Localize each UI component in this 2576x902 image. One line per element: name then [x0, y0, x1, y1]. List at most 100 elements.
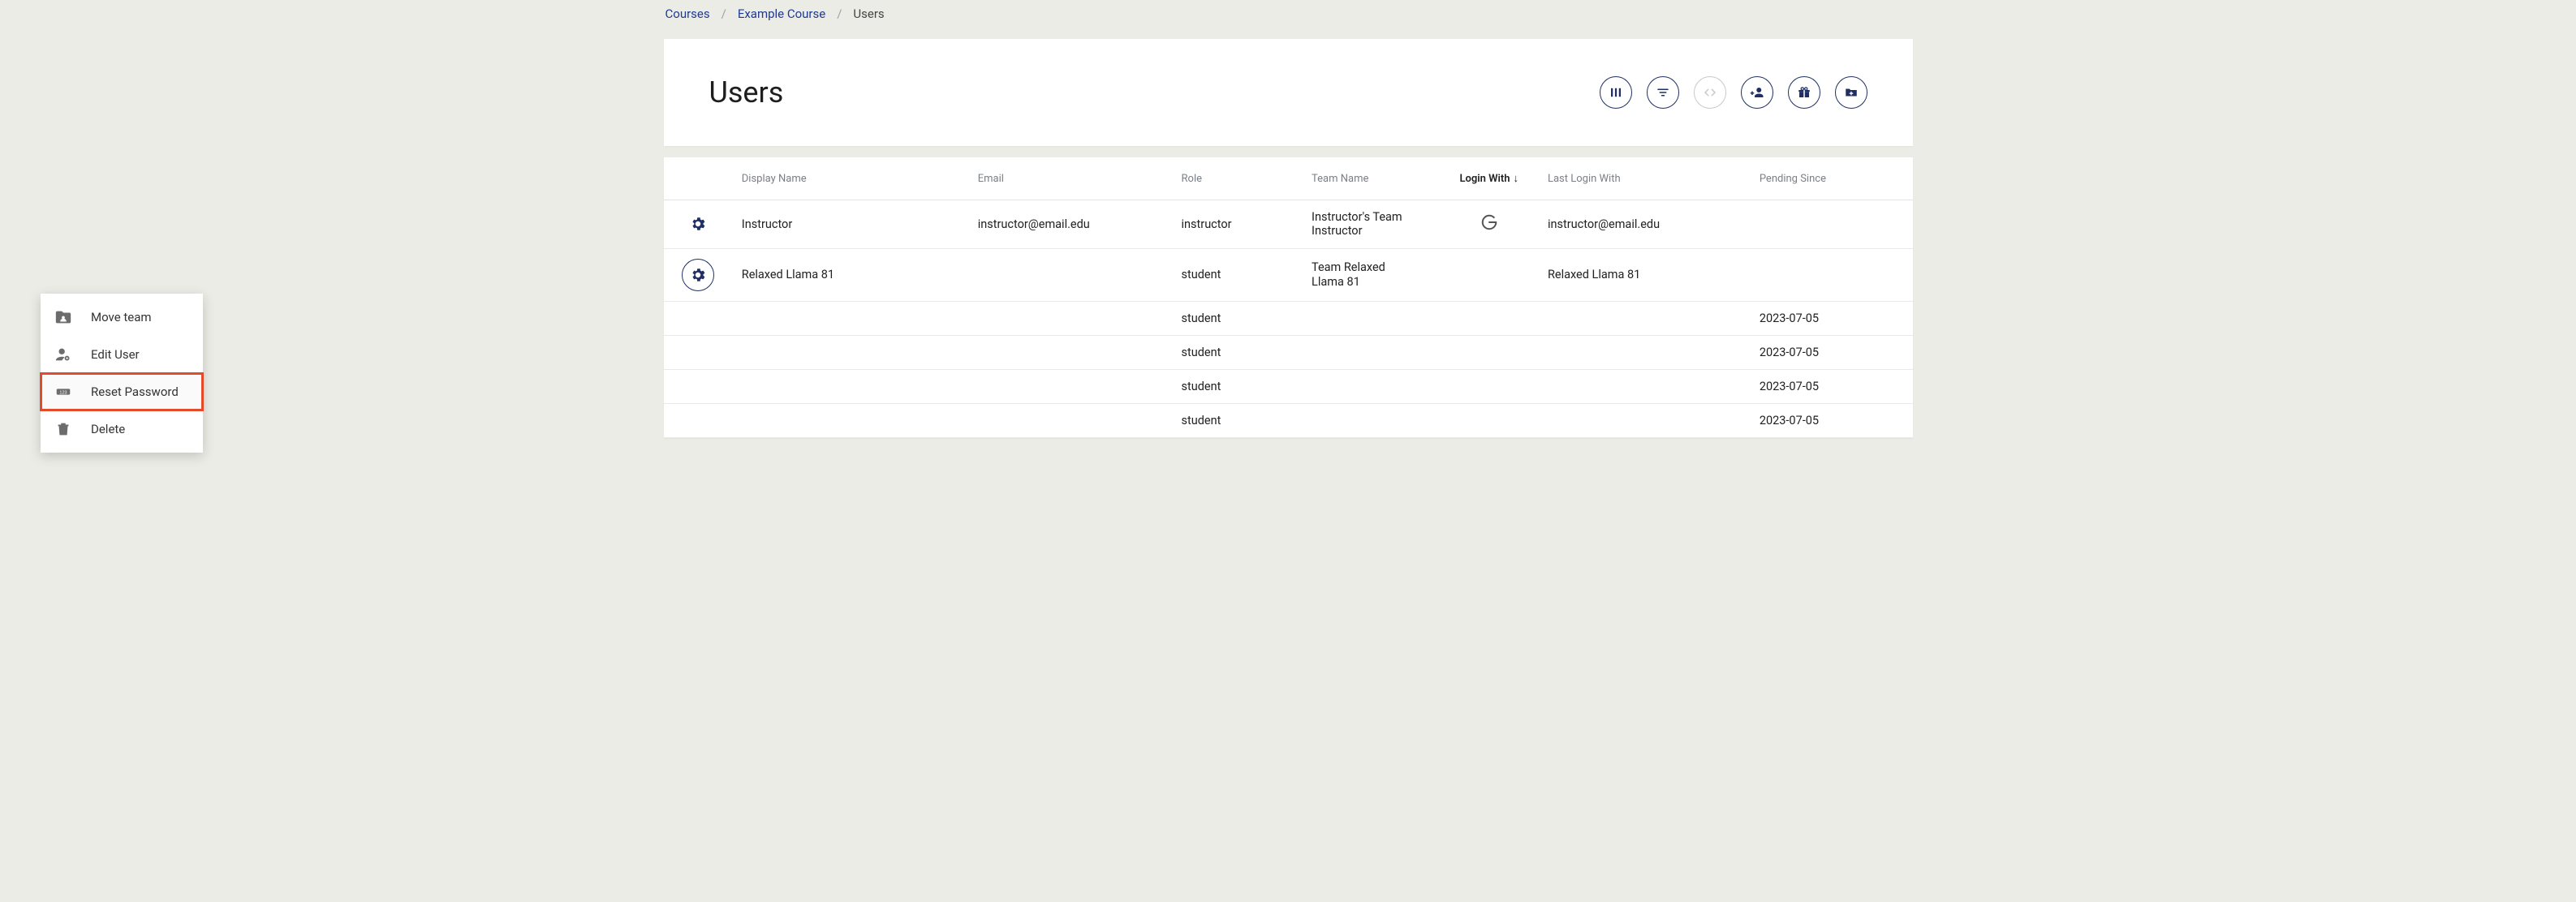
cell-last-login-with — [1538, 369, 1750, 403]
add-user-icon — [1750, 85, 1764, 100]
cell-pending-since — [1750, 200, 1913, 249]
embed-button — [1694, 76, 1726, 109]
cell-email — [968, 403, 1172, 437]
cell-team-name — [1302, 403, 1441, 437]
cell-login-with — [1441, 403, 1538, 437]
cell-last-login-with — [1538, 403, 1750, 437]
cell-team-name: Team Relaxed Llama 81 — [1302, 248, 1441, 301]
menu-item-label: Delete — [91, 422, 125, 436]
cell-login-with — [1441, 369, 1538, 403]
cell-pending-since: 2023-07-05 — [1750, 301, 1913, 335]
col-header-last-login-with[interactable]: Last Login With — [1538, 157, 1750, 200]
google-icon — [1480, 213, 1498, 231]
menu-item-label: Edit User — [91, 347, 140, 362]
col-header-role[interactable]: Role — [1172, 157, 1303, 200]
menu-item-label: Reset Password — [91, 384, 179, 399]
cell-role: student — [1172, 248, 1303, 301]
cell-role: student — [1172, 301, 1303, 335]
col-header-team-name[interactable]: Team Name — [1302, 157, 1441, 200]
users-table: Display Name Email Role Team Name Login … — [664, 157, 1913, 438]
cell-team-name — [1302, 335, 1441, 369]
col-header-pending-since[interactable]: Pending Since — [1750, 157, 1913, 200]
table-row: Relaxed Llama 81 student Team Relaxed Ll… — [664, 248, 1913, 301]
add-folder-icon — [1844, 85, 1859, 100]
cell-email — [968, 369, 1172, 403]
cell-login-with — [1441, 200, 1538, 249]
svg-text:123: 123 — [59, 390, 67, 395]
breadcrumb-courses[interactable]: Courses — [666, 6, 710, 21]
table-row: student 2023-07-05 — [664, 369, 1913, 403]
cell-display-name: Instructor — [732, 200, 968, 249]
cell-role: instructor — [1172, 200, 1303, 249]
add-user-button[interactable] — [1741, 76, 1773, 109]
col-header-actions — [664, 157, 732, 200]
columns-icon — [1609, 85, 1623, 100]
cell-login-with — [1441, 248, 1538, 301]
cell-pending-since: 2023-07-05 — [1750, 369, 1913, 403]
gear-icon — [689, 215, 707, 233]
cell-team-name — [1302, 369, 1441, 403]
gift-icon — [1797, 85, 1811, 100]
toolbar — [1600, 76, 1867, 109]
breadcrumb-sep: / — [837, 6, 842, 21]
add-folder-button[interactable] — [1835, 76, 1867, 109]
cell-display-name — [732, 335, 968, 369]
cell-last-login-with — [1538, 335, 1750, 369]
edit-user-icon — [54, 346, 73, 363]
cell-pending-since — [1750, 248, 1913, 301]
cell-display-name — [732, 301, 968, 335]
gear-icon — [689, 266, 707, 284]
page-title: Users — [709, 75, 784, 110]
delete-icon — [54, 420, 73, 438]
cell-login-with — [1441, 301, 1538, 335]
cell-role: student — [1172, 369, 1303, 403]
filter-icon — [1656, 85, 1670, 100]
cell-role: student — [1172, 403, 1303, 437]
move-team-icon — [54, 308, 73, 326]
page-header: Users — [664, 39, 1913, 146]
menu-item-delete[interactable]: Delete — [41, 410, 203, 448]
sort-arrow-icon: ↓ — [1514, 173, 1519, 185]
cell-pending-since: 2023-07-05 — [1750, 335, 1913, 369]
columns-button[interactable] — [1600, 76, 1632, 109]
row-settings-button[interactable] — [682, 259, 714, 291]
cell-last-login-with: Relaxed Llama 81 — [1538, 248, 1750, 301]
col-header-display-name[interactable]: Display Name — [732, 157, 968, 200]
row-settings-button[interactable] — [687, 213, 709, 235]
table-row: student 2023-07-05 — [664, 403, 1913, 437]
reset-password-icon: 123 — [54, 383, 73, 401]
cell-email — [968, 248, 1172, 301]
cell-team-name — [1302, 301, 1441, 335]
cell-email — [968, 335, 1172, 369]
table-row: student 2023-07-05 — [664, 301, 1913, 335]
cell-display-name — [732, 369, 968, 403]
col-header-email[interactable]: Email — [968, 157, 1172, 200]
cell-email — [968, 301, 1172, 335]
cell-last-login-with — [1538, 301, 1750, 335]
cell-pending-since: 2023-07-05 — [1750, 403, 1913, 437]
menu-item-label: Move team — [91, 310, 152, 324]
cell-team-name: Instructor's Team Instructor — [1302, 200, 1441, 249]
cell-email: instructor@email.edu — [968, 200, 1172, 249]
cell-role: student — [1172, 335, 1303, 369]
row-context-menu: Move team Edit User 123 Reset Password D… — [41, 294, 203, 453]
table-row: student 2023-07-05 — [664, 335, 1913, 369]
breadcrumb: Courses / Example Course / Users — [653, 0, 1924, 31]
table-row: Instructor instructor@email.edu instruct… — [664, 200, 1913, 249]
cell-login-with — [1441, 335, 1538, 369]
filter-button[interactable] — [1647, 76, 1679, 109]
col-header-login-with-label: Login With — [1459, 173, 1510, 185]
breadcrumb-sep: / — [722, 6, 726, 21]
cell-last-login-with: instructor@email.edu — [1538, 200, 1750, 249]
embed-icon — [1703, 85, 1717, 100]
cell-display-name: Relaxed Llama 81 — [732, 248, 968, 301]
breadcrumb-current: Users — [853, 6, 884, 21]
gift-button[interactable] — [1788, 76, 1820, 109]
menu-item-move-team[interactable]: Move team — [41, 299, 203, 336]
col-header-login-with[interactable]: Login With ↓ — [1441, 157, 1538, 200]
menu-item-reset-password[interactable]: 123 Reset Password — [41, 373, 203, 410]
cell-display-name — [732, 403, 968, 437]
breadcrumb-example-course[interactable]: Example Course — [738, 6, 825, 21]
users-table-wrap: Display Name Email Role Team Name Login … — [664, 157, 1913, 438]
menu-item-edit-user[interactable]: Edit User — [41, 336, 203, 373]
